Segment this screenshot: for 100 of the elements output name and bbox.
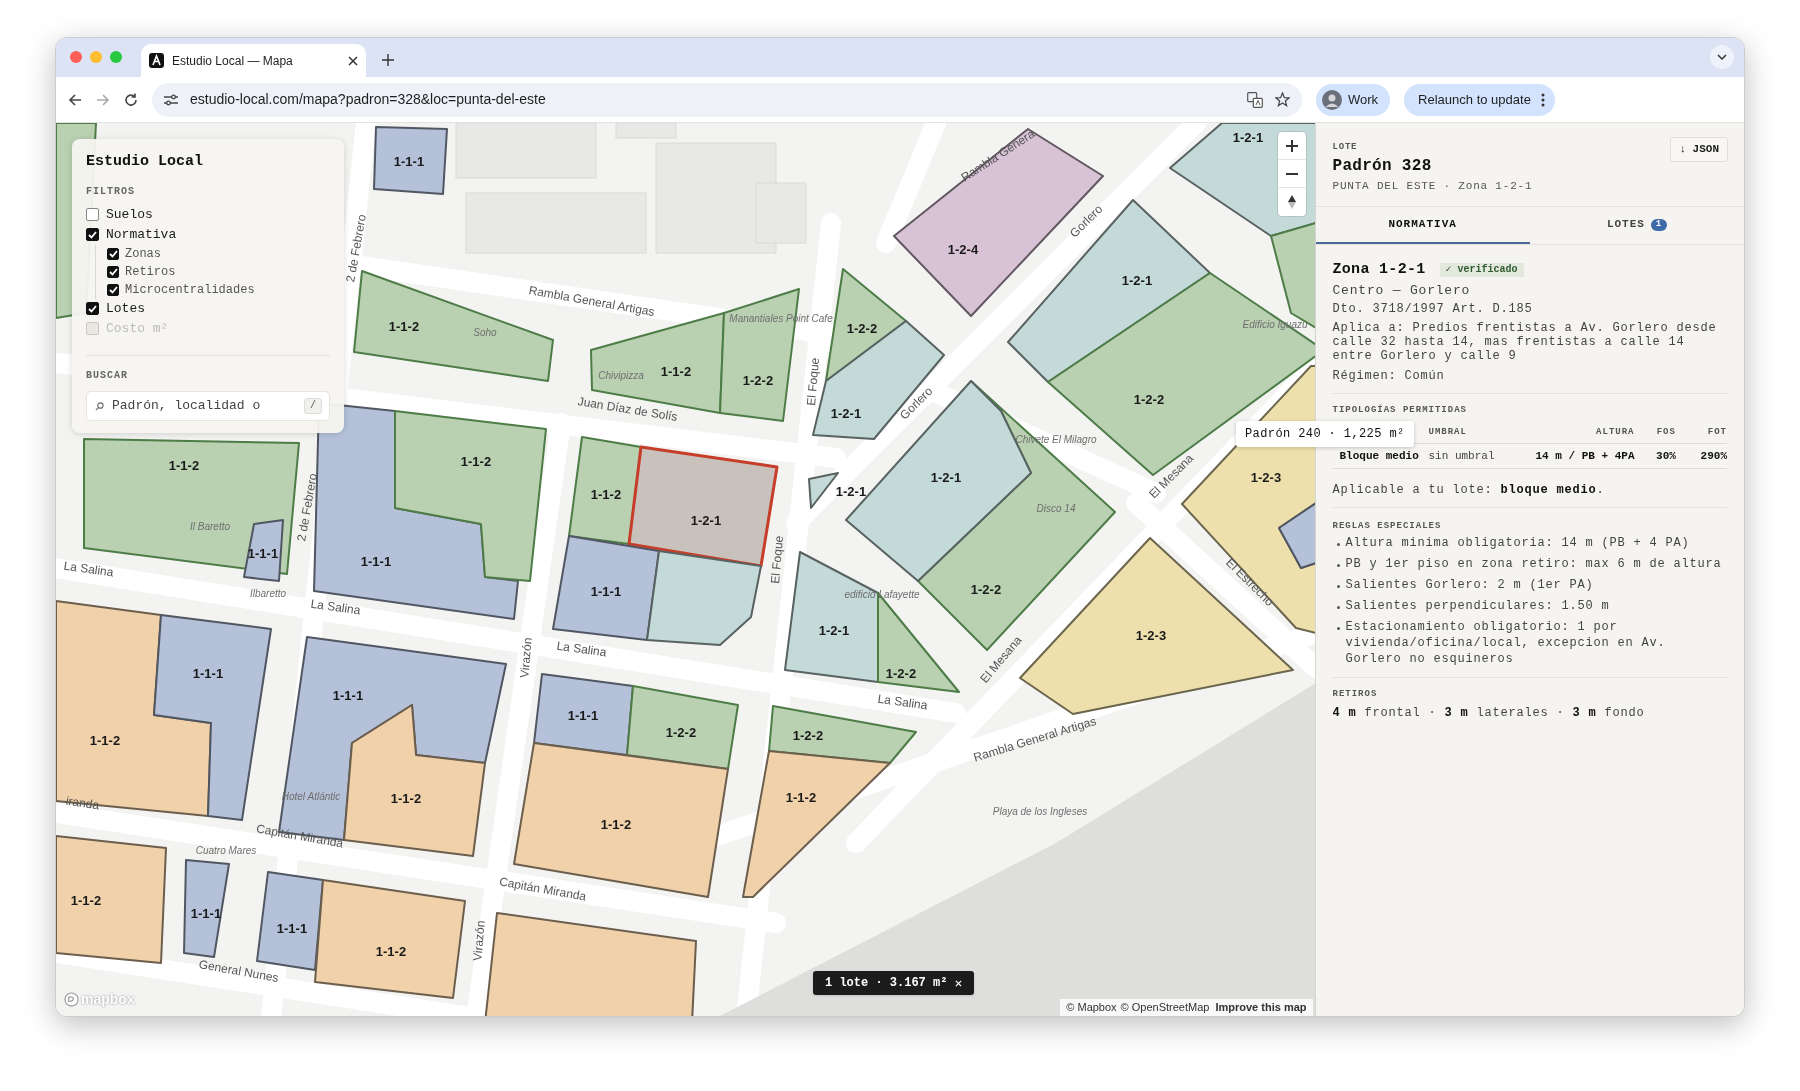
checkbox[interactable]: [86, 228, 99, 241]
zone-label: 1-1-2: [590, 487, 622, 502]
verified-badge: ✓ verificado: [1439, 263, 1524, 278]
zone-parcel[interactable]: [568, 436, 642, 545]
panel-tab[interactable]: LOTES 1: [1529, 207, 1744, 244]
zone-label: 1-2-2: [792, 728, 824, 743]
zone-label: 1-2-1: [1121, 273, 1153, 288]
place-label: Cuatro Mares: [195, 845, 257, 856]
zone-parcel[interactable]: [183, 859, 230, 958]
tab-list-button[interactable]: [1710, 45, 1734, 69]
lot-subtitle: PUNTA DEL ESTE · Zona 1-2-1: [1332, 179, 1534, 194]
street-label: 2 de Febrero: [343, 213, 369, 284]
place-label: Chivipizza: [598, 370, 644, 381]
selection-text: 1 lote · 3.167 m²: [825, 975, 948, 992]
back-icon[interactable]: [68, 92, 82, 107]
checkbox[interactable]: [107, 247, 119, 260]
zone-label: 1-2-3: [1250, 470, 1282, 485]
rule-text: Altura minima obligatoria: 14 m (PB + 4 PA): [1345, 535, 1690, 551]
site-settings-icon[interactable]: [164, 93, 178, 106]
zone-label: 1-1-1: [567, 708, 599, 723]
street-label: La Salina: [555, 638, 608, 660]
section-heading: TIPOLOGÍAS PERMITIDAS: [1332, 403, 1468, 416]
street-label: Capitán Miranda: [255, 821, 345, 851]
reload-icon[interactable]: [124, 92, 138, 107]
zone-label: 1-1-1: [247, 546, 279, 561]
browser-tab[interactable]: Estudio Local — Mapa: [141, 44, 366, 77]
column-header: UMBRAL: [1428, 421, 1525, 444]
zone-parcel[interactable]: [243, 519, 284, 582]
filter-label[interactable]: Suelos: [106, 204, 153, 225]
star-icon[interactable]: [1275, 92, 1290, 107]
section-kicker: LOTE: [1332, 141, 1358, 153]
zone-label: 1-1-2: [375, 944, 407, 959]
checkbox[interactable]: [107, 265, 119, 278]
checkbox[interactable]: [107, 283, 119, 296]
zone-label: 1-1-2: [89, 733, 121, 748]
zone-label: 1-2-1: [830, 406, 862, 421]
zone-label: 1-2-4: [947, 242, 979, 257]
place-label: Ilbaretto: [249, 588, 287, 599]
place-label: Soho: [473, 327, 497, 338]
profile-button[interactable]: Work: [1316, 83, 1391, 116]
address-bar[interactable]: estudio-local.com/mapa?padron=328&loc=punta-del-este: [152, 82, 1302, 117]
street-label: Virazón: [517, 636, 535, 679]
table-cell: 30%: [1634, 443, 1676, 469]
zone-label: 1-1-2: [168, 458, 200, 473]
filter-label[interactable]: Normativa: [106, 224, 177, 245]
section-heading: FILTROS: [86, 184, 136, 199]
zone-parcel[interactable]: [314, 879, 466, 999]
improve-map-link[interactable]: Improve this map: [1215, 999, 1307, 1016]
filter-label[interactable]: Lotes: [106, 298, 145, 319]
regime-text: Régimen: Común: [1332, 368, 1446, 383]
count-badge: 1: [1650, 218, 1667, 231]
attribution-link[interactable]: © Mapbox: [1066, 999, 1117, 1016]
rule-text: Salientes Gorlero: 2 m (1er PA): [1345, 577, 1594, 593]
panel-tab[interactable]: NORMATIVA: [1315, 207, 1530, 244]
translate-icon[interactable]: [1247, 91, 1263, 108]
zone-parcel[interactable]: [893, 128, 1104, 317]
place-label: Playa de los Ingleses: [992, 806, 1088, 817]
zone-label: 1-2-1: [690, 513, 722, 528]
avatar-icon: [1322, 89, 1342, 110]
zone-label: 1-2-2: [970, 582, 1002, 597]
zone-label: 1-2-3: [1135, 628, 1167, 643]
zone-parcel[interactable]: [153, 614, 272, 821]
relaunch-button[interactable]: Relaunch to update: [1404, 83, 1555, 116]
filter-label[interactable]: Zonas: [125, 244, 161, 263]
close-icon[interactable]: [348, 55, 358, 66]
zone-label: 1-1-1: [276, 921, 308, 936]
street-label: Rambla General Artigas: [527, 283, 656, 319]
zone-label: 1-2-2: [1133, 392, 1165, 407]
zone-area: Centro — Gorlero: [1332, 281, 1727, 299]
column-header: FOT: [1675, 421, 1727, 444]
rule-text: PB y 1er piso en zona retiro: max 6 m de altura: [1345, 556, 1722, 572]
export-json-button[interactable]: ↓ JSON: [1670, 137, 1728, 162]
zone-label: 1-1-1: [590, 584, 622, 599]
zone-parcel[interactable]: [742, 750, 891, 898]
checkbox[interactable]: [86, 208, 99, 221]
checkbox[interactable]: [86, 302, 99, 315]
zone-label: 1-1-2: [660, 364, 692, 379]
table-cell: 290%: [1675, 443, 1727, 469]
filter-label[interactable]: Microcentralidades: [125, 280, 255, 299]
mapbox-logo-icon: [64, 992, 79, 1007]
attribution-link[interactable]: © OpenStreetMap: [1120, 999, 1210, 1016]
applies-text: Aplica a: Predios frentistas a Av. Gorlero desde calle 32 hasta 14, mas frentistas a calle 14 entre Gorlero y calle 9: [1332, 320, 1718, 363]
decree-text: Dto. 3718/1997 Art. D.185: [1332, 301, 1534, 316]
zone-parcel[interactable]: [784, 551, 879, 683]
compass-icon: [1288, 195, 1296, 209]
zone-label: 1-1-2: [460, 454, 492, 469]
filter-label[interactable]: Retiros: [125, 262, 176, 281]
plus-icon: [1286, 139, 1298, 152]
minus-icon: [1286, 172, 1298, 175]
zone-label: 1-2-1: [1232, 130, 1264, 145]
street-label: 2 de Febrero: [294, 472, 320, 543]
setbacks-text: 4 m frontal · 3 m laterales · 3 m fondo: [1332, 706, 1646, 720]
street-label: La Salina: [62, 558, 115, 580]
zone-parcel[interactable]: [56, 835, 167, 964]
zone-label: 1-2-1: [835, 484, 867, 499]
rule-text: Salientes perpendiculares: 1.50 m: [1345, 598, 1610, 614]
zone-parcel[interactable]: [552, 535, 660, 641]
new-tab-icon[interactable]: [382, 54, 394, 66]
zone-parcel[interactable]: [533, 673, 634, 756]
zone-parcel[interactable]: [373, 126, 448, 195]
